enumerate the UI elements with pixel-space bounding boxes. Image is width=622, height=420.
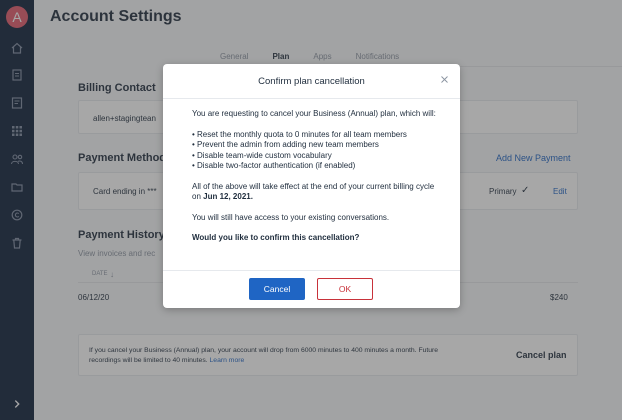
bullet-item: Disable team-wide custom vocabulary xyxy=(192,151,442,162)
bullet-item: Prevent the admin from adding new team m… xyxy=(192,140,442,151)
modal-header: Confirm plan cancellation xyxy=(163,64,460,99)
effect-date: Jun 12, 2021. xyxy=(203,192,253,201)
close-icon[interactable] xyxy=(438,73,450,85)
modal-title: Confirm plan cancellation xyxy=(258,76,365,87)
modal-effect-text: All of the above will take effect at the… xyxy=(192,181,435,202)
confirm-cancellation-modal: Confirm plan cancellation You are reques… xyxy=(163,64,460,308)
modal-intro: You are requesting to cancel your Busine… xyxy=(192,109,436,118)
modal-body: You are requesting to cancel your Busine… xyxy=(192,109,442,244)
modal-access-note: You will still have access to your exist… xyxy=(192,212,390,222)
ok-button[interactable]: OK xyxy=(317,278,373,300)
modal-question: Would you like to confirm this cancellat… xyxy=(192,233,360,242)
modal-bullets: Reset the monthly quota to 0 minutes for… xyxy=(192,130,442,172)
bullet-item: Disable two-factor authentication (if en… xyxy=(192,161,442,172)
bullet-item: Reset the monthly quota to 0 minutes for… xyxy=(192,130,442,141)
modal-footer xyxy=(163,270,460,308)
cancel-button[interactable]: Cancel xyxy=(249,278,305,300)
